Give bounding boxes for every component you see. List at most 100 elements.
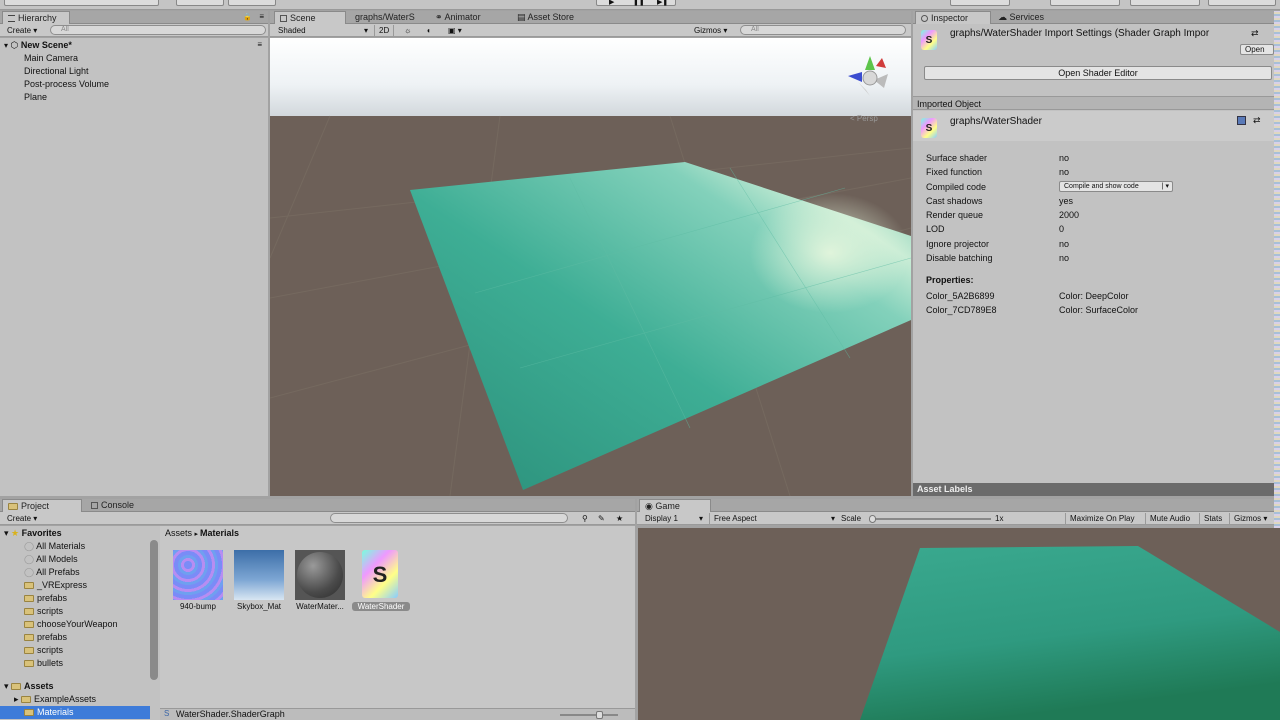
favorite-item[interactable]: ◯ All Materials bbox=[24, 540, 85, 553]
hierarchy-item[interactable]: Main Camera bbox=[24, 52, 78, 65]
normal-map-thumbnail[interactable] bbox=[173, 550, 223, 600]
asset-labels-bar[interactable]: Asset Labels bbox=[913, 483, 1274, 496]
expand-arrow-icon[interactable]: ▾ bbox=[4, 681, 11, 691]
project-search-input[interactable] bbox=[330, 513, 568, 523]
favorite-label: scripts bbox=[37, 606, 64, 616]
tab-shader-graph[interactable]: graphs/WaterS bbox=[350, 11, 420, 24]
skybox-thumbnail[interactable] bbox=[234, 550, 284, 600]
maximize-on-play-toggle[interactable]: Maximize On Play bbox=[1065, 513, 1138, 524]
open-button[interactable]: Open bbox=[1240, 44, 1274, 55]
pivot-local-toggle[interactable] bbox=[228, 0, 276, 6]
tab-console[interactable]: Console bbox=[86, 499, 139, 512]
stats-toggle[interactable]: Stats bbox=[1199, 513, 1226, 524]
play-icon[interactable]: ▶ bbox=[609, 0, 614, 6]
favorite-item[interactable]: _VRExpress bbox=[24, 579, 87, 592]
favorite-item[interactable]: chooseYourWeapon bbox=[24, 618, 118, 631]
asset-label-selected[interactable]: WaterShader bbox=[352, 602, 410, 611]
panel-menu-icon[interactable]: ≡ bbox=[259, 12, 264, 21]
expand-arrow-icon[interactable]: ▾ bbox=[4, 528, 11, 538]
create-dropdown[interactable]: Create ▾ bbox=[3, 25, 41, 36]
tab-scene[interactable]: Scene bbox=[274, 11, 346, 24]
compile-show-code-button[interactable]: Compile and show code | ▾ bbox=[1059, 181, 1173, 192]
tab-animator[interactable]: ⚭ Animator bbox=[430, 11, 486, 24]
favorite-star-icon[interactable]: ★ bbox=[612, 513, 627, 524]
breadcrumb-item[interactable]: Assets bbox=[165, 528, 192, 538]
hierarchy-search-input[interactable]: All bbox=[50, 25, 266, 35]
projection-label[interactable]: < Persp bbox=[850, 114, 878, 123]
layers-button[interactable] bbox=[1130, 0, 1200, 6]
mute-audio-toggle[interactable]: Mute Audio bbox=[1145, 513, 1194, 524]
icon-size-slider[interactable] bbox=[560, 711, 618, 719]
pause-icon[interactable]: ❚❚ bbox=[633, 0, 645, 6]
tree-scrollbar[interactable] bbox=[150, 540, 158, 680]
game-viewport[interactable] bbox=[638, 528, 1280, 720]
display-dropdown[interactable]: Display 1 ▾ bbox=[641, 513, 705, 524]
search-by-label-icon[interactable]: ✎ bbox=[594, 513, 609, 524]
account-button[interactable] bbox=[1050, 0, 1120, 6]
tab-services[interactable]: ☁ Services bbox=[993, 11, 1049, 24]
folder-icon bbox=[24, 608, 34, 615]
hierarchy-item[interactable]: Plane bbox=[24, 91, 47, 104]
favorite-item[interactable]: ◯ All Models bbox=[24, 553, 78, 566]
favorite-item[interactable]: prefabs bbox=[24, 631, 67, 644]
preset-icon[interactable]: ⇄ bbox=[1253, 115, 1261, 126]
scale-slider[interactable] bbox=[869, 515, 991, 523]
asset-label[interactable]: WaterMater... bbox=[289, 602, 351, 611]
expand-arrow-icon[interactable]: ▸ bbox=[14, 694, 21, 704]
scene-search-input[interactable]: All bbox=[740, 25, 906, 35]
assets-header[interactable]: ▾ Assets bbox=[4, 680, 54, 693]
scene-root[interactable]: ▾ ⬡ New Scene* bbox=[4, 39, 72, 52]
tab-project[interactable]: Project bbox=[2, 499, 82, 512]
slider-thumb[interactable] bbox=[596, 711, 603, 719]
favorite-item[interactable]: scripts bbox=[24, 644, 63, 657]
slider-thumb[interactable] bbox=[869, 515, 876, 523]
shader-thumbnail[interactable]: S bbox=[362, 550, 398, 598]
favorite-item[interactable]: scripts bbox=[24, 605, 63, 618]
search-folder-icon: ◯ bbox=[24, 567, 37, 577]
audio-toggle-icon[interactable]: ◖ bbox=[422, 25, 435, 36]
play-controls[interactable]: ▶ ❚❚ ▶❚ bbox=[596, 0, 676, 6]
favorite-item[interactable]: prefabs bbox=[24, 592, 67, 605]
breadcrumb-item[interactable]: Materials bbox=[200, 528, 239, 538]
dropdown-arrow-icon[interactable]: | ▾ bbox=[1162, 182, 1169, 192]
help-book-icon[interactable] bbox=[1237, 116, 1246, 125]
step-icon[interactable]: ▶❚ bbox=[657, 0, 668, 6]
folder-item[interactable]: ▸ ExampleAssets bbox=[14, 693, 96, 706]
folder-item-selected[interactable]: Materials bbox=[0, 706, 150, 719]
prop-value: no bbox=[1059, 239, 1070, 249]
scene-orientation-gizmo[interactable] bbox=[844, 52, 892, 100]
favorite-item[interactable]: bullets bbox=[24, 657, 63, 670]
scene-render[interactable] bbox=[270, 38, 911, 496]
settings-icon[interactable]: ⇄ bbox=[1251, 28, 1259, 39]
tab-hierarchy[interactable]: Hierarchy bbox=[2, 11, 70, 24]
tab-inspector[interactable]: Inspector bbox=[915, 11, 991, 24]
lighting-toggle-icon[interactable]: ☼ bbox=[400, 25, 415, 36]
tab-asset-store[interactable]: ▤ Asset Store bbox=[512, 11, 579, 24]
hierarchy-item[interactable]: Post-process Volume bbox=[24, 78, 109, 91]
material-thumbnail[interactable] bbox=[295, 550, 345, 600]
gizmos-dropdown[interactable]: Gizmos ▾ bbox=[1229, 513, 1271, 524]
scene-toolbar: Shaded ▾ 2D ☼ ◖ ▣ ▾ Gizmos ▾ All bbox=[270, 24, 911, 37]
collab-button[interactable] bbox=[950, 0, 1010, 6]
gizmos-dropdown[interactable]: Gizmos ▾ bbox=[690, 25, 731, 36]
asset-label[interactable]: 940-bump bbox=[167, 602, 229, 611]
aspect-dropdown[interactable]: Free Aspect ▾ bbox=[709, 513, 837, 524]
create-dropdown[interactable]: Create ▾ bbox=[3, 513, 41, 524]
scene-menu-icon[interactable]: ≡ bbox=[257, 40, 262, 49]
expand-arrow-icon[interactable]: ▾ bbox=[4, 41, 8, 50]
hierarchy-item[interactable]: Directional Light bbox=[24, 65, 89, 78]
shading-mode-dropdown[interactable]: Shaded ▾ bbox=[274, 25, 370, 36]
lock-icon[interactable]: 🔒 bbox=[243, 13, 252, 21]
2d-toggle[interactable]: 2D bbox=[374, 25, 395, 36]
pivot-center-toggle[interactable] bbox=[176, 0, 224, 6]
favorites-header[interactable]: ▾ ★ Favorites bbox=[4, 527, 62, 540]
search-by-type-icon[interactable]: ⚲ bbox=[578, 513, 592, 524]
transform-tools[interactable] bbox=[4, 0, 159, 6]
tab-game[interactable]: ◉ Game bbox=[639, 499, 711, 512]
layout-button[interactable] bbox=[1208, 0, 1276, 6]
asset-label[interactable]: Skybox_Mat bbox=[228, 602, 290, 611]
favorite-item[interactable]: ◯ All Prefabs bbox=[24, 566, 80, 579]
effects-dropdown-icon[interactable]: ▣ ▾ bbox=[444, 25, 466, 36]
open-shader-editor-button[interactable]: Open Shader Editor bbox=[924, 66, 1272, 80]
scene-viewport[interactable]: < Persp bbox=[270, 38, 911, 496]
